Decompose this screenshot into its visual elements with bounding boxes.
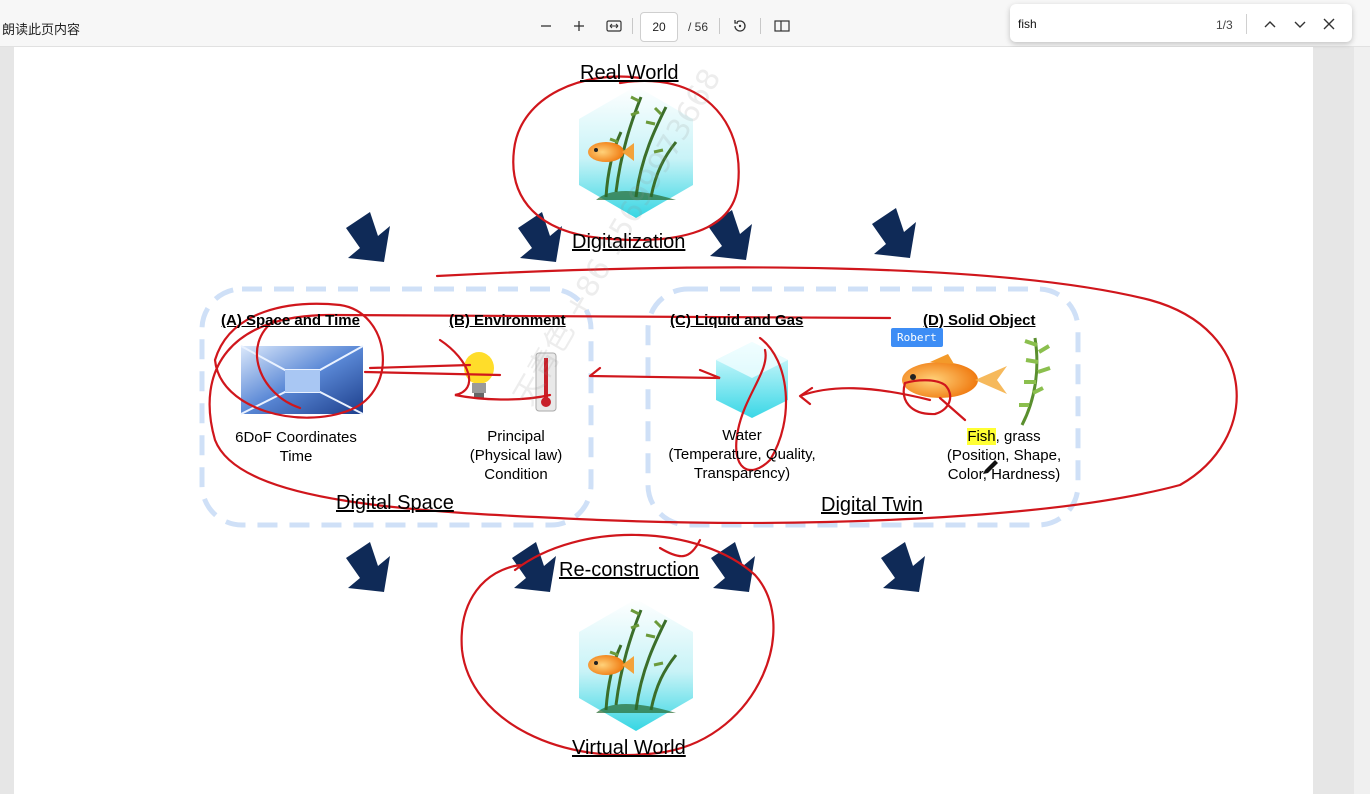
space-time-desc-line: 6DoF Coordinates (235, 429, 357, 446)
virtual-world-image (577, 597, 695, 733)
arrow-icon (872, 208, 916, 258)
grass-icon (1019, 337, 1051, 426)
solid-object-title: (D) Solid Object (923, 312, 1036, 329)
liquid-gas-desc-line: (Temperature, Quality, (668, 446, 816, 463)
solid-object-description: Fish, grass (Position, Shape, Color, Har… (904, 427, 1104, 484)
solid-object-desc-text: , grass (995, 428, 1041, 445)
space-time-description: 6DoF Coordinates Time (196, 428, 396, 466)
environment-desc-line: Condition (484, 466, 548, 483)
space-time-desc-line: Time (279, 448, 313, 465)
digital-space-label: Digital Space (336, 492, 454, 514)
figure: Real World Digitalization (A) Space and … (0, 0, 1370, 794)
arrow-icon (518, 212, 562, 262)
environment-desc-line: Principal (487, 428, 545, 445)
solid-object-desc-line: (Position, Shape, (946, 447, 1062, 464)
virtual-world-label: Virtual World (572, 737, 686, 759)
find-match-highlight: Fish (967, 428, 996, 445)
space-time-image (240, 345, 364, 415)
environment-desc-line: (Physical law) (469, 447, 563, 464)
arrow-icon (711, 542, 755, 592)
reconstruction-label: Re-construction (559, 559, 700, 581)
environment-description: Principal (Physical law) Condition (416, 427, 616, 484)
goldfish-icon (902, 354, 1007, 398)
arrow-icon (708, 210, 752, 260)
liquid-gas-title: (C) Liquid and Gas (670, 312, 804, 329)
solid-object-desc-line: Fish, grass (904, 427, 1104, 446)
user-cursor-tag: Robert (891, 328, 943, 347)
space-time-title: (A) Space and Time (221, 312, 360, 329)
real-world-label: Real World (580, 62, 679, 84)
digital-twin-label: Digital Twin (821, 494, 923, 516)
water-cube-icon (716, 342, 788, 418)
solid-object-desc-line: Color, Hardness) (947, 466, 1061, 483)
liquid-gas-desc-line: Transparency) (693, 465, 791, 482)
arrow-icon (346, 212, 390, 262)
liquid-gas-desc-line: Water (722, 427, 762, 444)
arrow-icon (881, 542, 925, 592)
liquid-gas-description: Water (Temperature, Quality, Transparenc… (642, 426, 842, 483)
arrow-icon (346, 542, 390, 592)
ink-annotations (208, 75, 1238, 757)
